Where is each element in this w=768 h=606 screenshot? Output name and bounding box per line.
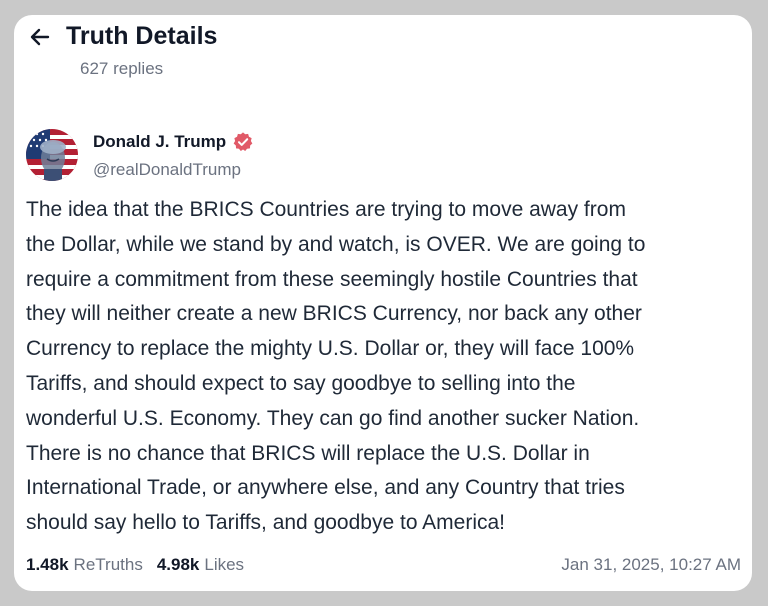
- post-line: they will neither create a new BRICS Cur…: [26, 302, 642, 326]
- reply-count[interactable]: 627 replies: [80, 59, 163, 79]
- likes-count: 4.98k: [156, 555, 200, 574]
- truth-details-card: Truth Details 627 replies Donald J. Trum…: [14, 15, 752, 591]
- post-line: the Dollar, while we stand by and watch,…: [26, 232, 646, 256]
- post-line: require a commitment from these seemingl…: [26, 267, 638, 291]
- retruths-count: 1.48k: [26, 555, 69, 574]
- post-timestamp: Jan 31, 2025, 10:27 AM: [561, 555, 741, 574]
- post-line: International Trade, or anywhere else, a…: [26, 476, 625, 500]
- post-line: The idea that the BRICS Countries are tr…: [26, 198, 626, 221]
- verified-badge-icon: [233, 132, 253, 151]
- author-name-row[interactable]: Donald J. Trump: [93, 131, 254, 153]
- page-title: Truth Details: [66, 22, 218, 50]
- post-line: Tariffs, and should expect to say goodby…: [26, 371, 576, 395]
- likes-stat[interactable]: 4.98k Likes: [157, 555, 244, 575]
- author-handle[interactable]: @realDonaldTrump: [93, 160, 241, 180]
- retruths-label: ReTruths: [73, 555, 143, 574]
- author-name[interactable]: Donald J. Trump: [93, 132, 226, 152]
- avatar[interactable]: [26, 129, 78, 181]
- post-line: wonderful U.S. Economy. They can go find…: [26, 406, 640, 430]
- post-line: should say hello to Tariffs, and goodbye…: [26, 511, 506, 535]
- likes-label: Likes: [204, 555, 245, 574]
- post-body: The idea that the BRICS Countries are tr…: [26, 193, 746, 541]
- post-stats: 1.48k ReTruths 4.98k Likes Jan 31, 2025, 1…: [26, 555, 746, 575]
- post-line: Currency to replace the mighty U.S. Doll…: [26, 337, 635, 361]
- arrow-left-icon[interactable]: [28, 25, 52, 49]
- post-line: There is no chance that BRICS will repla…: [26, 441, 590, 465]
- retruths-stat[interactable]: 1.48k ReTruths: [26, 555, 143, 575]
